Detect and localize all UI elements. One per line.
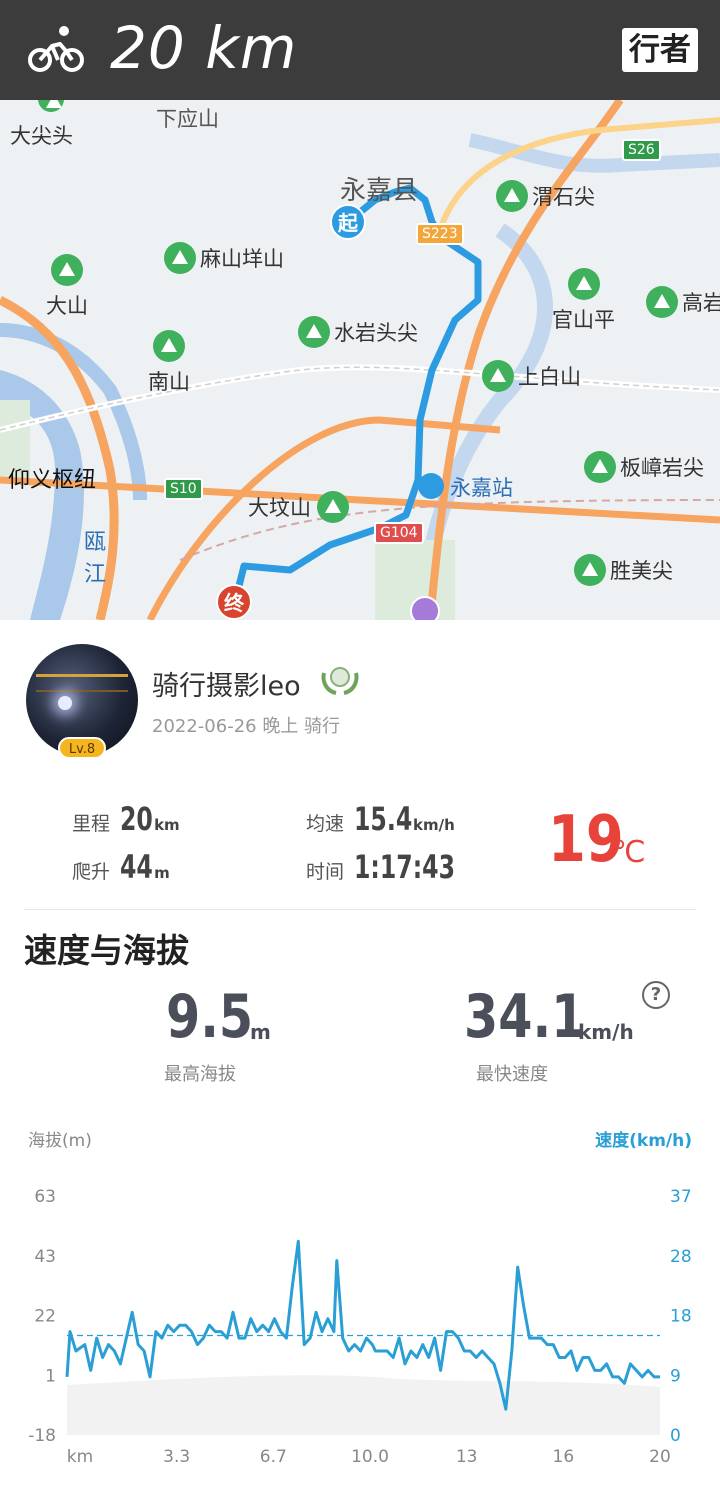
mountain-icon [317, 491, 349, 523]
poi-gaoyan: 高岩 [646, 286, 720, 318]
map-label-river-ou: 瓯 [84, 530, 107, 555]
x-tick-label: 16 [553, 1447, 575, 1467]
station-icon [418, 473, 444, 499]
max-speed-value: 34.1 [464, 982, 586, 1052]
stat-avg-speed: 均速 15.4 km/h [306, 800, 455, 838]
map-label-yangyi-hub: 仰义枢纽 [8, 468, 97, 493]
poi-shuiyantoujian: 水岩头尖 [298, 316, 418, 348]
stat-distance-label: 里程 [72, 813, 111, 835]
stat-climb-unit: m [154, 864, 170, 882]
x-tick-label: 3.3 [163, 1447, 190, 1467]
left-tick-label: 22 [34, 1307, 56, 1327]
username[interactable]: 骑行摄影leo [152, 664, 301, 703]
max-speed-unit: km/h [578, 1020, 634, 1044]
section-title: 速度与海拔 [24, 931, 189, 970]
map-label-xiayingshan: 下应山 [156, 107, 219, 131]
shopping-icon [410, 596, 440, 620]
max-altitude-value: 9.5 [166, 982, 254, 1052]
mountain-icon [496, 180, 528, 212]
mountain-icon [298, 316, 330, 348]
poi-nanshan: 南山 [148, 330, 190, 396]
mountain-icon [574, 554, 606, 586]
map-label-river-jiang: 江 [84, 562, 107, 587]
mountain-icon [153, 330, 185, 362]
ride-distance-title: 20 km [110, 14, 298, 82]
poi-dafenshan: 大坟山 [248, 491, 353, 523]
road-badge-s10: S10 [164, 478, 203, 500]
divider [24, 909, 696, 910]
mountain-icon [567, 268, 600, 300]
right-axis-title: 速度(km/h) [595, 1131, 692, 1151]
mountain-icon [482, 360, 514, 392]
poi-weishijian: 渭石尖 [496, 180, 595, 212]
right-tick-label: 28 [670, 1247, 692, 1267]
poi-datiantou: 大尖头 [10, 86, 73, 150]
right-tick-label: 9 [670, 1366, 681, 1386]
x-tick-label: 6.7 [260, 1447, 287, 1467]
medal-icon[interactable] [320, 665, 360, 697]
top-bar: 20 km 行者 [0, 0, 720, 100]
left-tick-label: 63 [34, 1187, 56, 1207]
poi-shangbaishan: 上白山 [482, 360, 581, 392]
map-label-yongjia-station: 永嘉站 [418, 472, 513, 502]
max-altitude-unit: m [250, 1020, 271, 1044]
mountain-icon [51, 254, 83, 286]
poi-dashan: 大山 [46, 254, 88, 320]
level-badge: Lv.8 [58, 737, 106, 759]
mountain-icon [584, 451, 616, 483]
stat-avg-label: 均速 [306, 813, 345, 835]
brand-logo[interactable]: 行者 [622, 28, 698, 72]
left-axis-title: 海拔(m) [28, 1131, 92, 1151]
stat-time-value: 1:17:43 [354, 848, 456, 886]
poi-mashanyangshan: 麻山垟山 [164, 242, 284, 274]
altitude-area [67, 1375, 660, 1435]
x-tick-label: km [67, 1447, 93, 1467]
road-badge-g104: G104 [374, 522, 424, 544]
stat-climb: 爬升 44 m [72, 848, 170, 886]
stat-distance: 里程 20 km [72, 800, 180, 838]
route-start-marker[interactable]: 起 [330, 204, 366, 240]
right-tick-label: 0 [670, 1426, 681, 1446]
stat-time: 时间 1:17:43 [306, 848, 477, 886]
right-tick-label: 37 [670, 1187, 692, 1207]
stat-distance-value: 20 [120, 800, 153, 838]
poi-guanshanping: 官山平 [552, 268, 615, 334]
max-speed-label: 最快速度 [476, 1064, 548, 1085]
ride-date: 2022-06-26 晚上 骑行 [152, 716, 341, 737]
stat-distance-unit: km [154, 816, 180, 834]
poi-shengmeijian: 胜美尖 [574, 554, 673, 586]
left-tick-label: 1 [45, 1366, 56, 1386]
x-tick-label: 10.0 [351, 1447, 389, 1467]
poi-banzhangyanjian: 板嶂岩尖 [584, 451, 704, 483]
temperature-unit: ℃ [612, 835, 646, 870]
right-tick-label: 18 [670, 1307, 692, 1327]
stat-avg-unit: km/h [413, 816, 455, 834]
speed-altitude-chart[interactable]: 63 43 22 1 -18 37 28 18 9 0 km 3.3 6.7 10.0 13 16 20 [0, 1160, 720, 1480]
left-tick-label: 43 [34, 1247, 56, 1267]
x-tick-label: 13 [456, 1447, 478, 1467]
route-end-marker[interactable]: 终 [216, 584, 252, 620]
left-tick-label: -18 [28, 1426, 56, 1446]
mountain-icon [164, 242, 196, 274]
stat-climb-label: 爬升 [72, 861, 111, 883]
stat-avg-value: 15.4 [354, 800, 413, 838]
map-label-yongjia-county: 永嘉县 [340, 176, 419, 206]
mountain-icon [646, 286, 678, 318]
help-icon[interactable]: ? [642, 981, 670, 1009]
max-altitude-label: 最高海拔 [164, 1064, 236, 1085]
road-badge-s223: S223 [416, 223, 464, 245]
bicycle-icon [28, 26, 84, 72]
x-tick-label: 20 [649, 1447, 671, 1467]
stat-climb-value: 44 [120, 848, 153, 886]
stat-time-label: 时间 [306, 861, 345, 883]
road-badge-s26: S26 [622, 139, 661, 161]
